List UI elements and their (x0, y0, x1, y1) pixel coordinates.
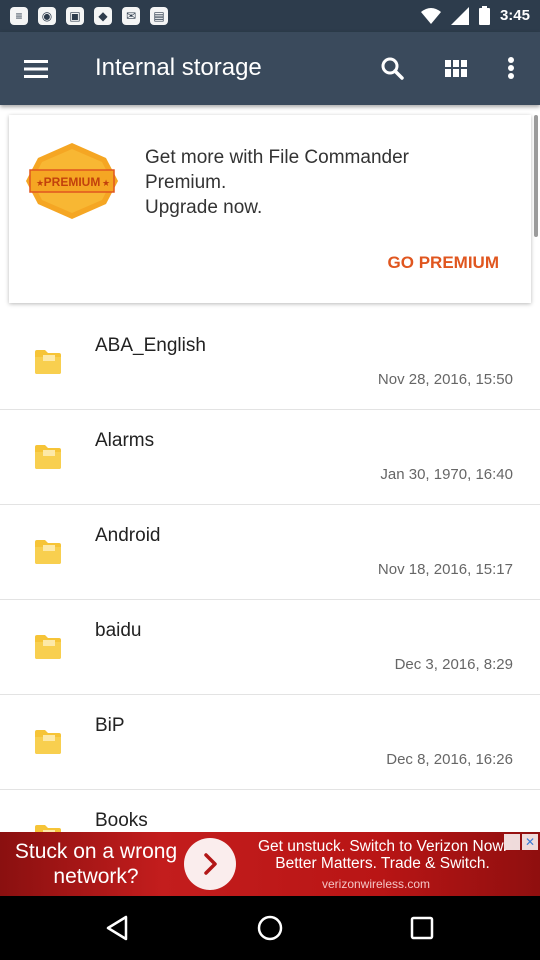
ad-headline: Stuck on a wrong network? (14, 840, 178, 888)
ad-arrow-button[interactable] (184, 838, 236, 890)
list-item[interactable]: Books (0, 790, 540, 832)
go-premium-button[interactable]: GO PREMIUM (388, 253, 499, 273)
page-title: Internal storage (95, 54, 262, 81)
system-navigation-bar (0, 896, 540, 960)
folder-name: Alarms (95, 430, 155, 451)
notification-icon: ▤ (150, 7, 168, 25)
hamburger-menu-icon[interactable] (22, 56, 50, 82)
ad-close-icon[interactable]: ✕ (522, 834, 538, 850)
chevron-right-icon (204, 853, 217, 875)
modified-date: Nov 28, 2016, 15:50 (377, 371, 513, 388)
ad-body: Get unstuck. Switch to Verizon Now. Bett… (258, 838, 507, 872)
scrollbar-thumb[interactable] (534, 115, 538, 237)
premium-badge-label: PREMIUM (44, 175, 101, 189)
modified-date: Jan 30, 1970, 16:40 (380, 466, 513, 483)
grid-view-icon[interactable] (439, 52, 473, 86)
list-item[interactable]: Alarms Jan 30, 1970, 16:40 (0, 410, 540, 505)
list-item[interactable]: ABA_English Nov 28, 2016, 15:50 (0, 315, 540, 410)
folder-icon (35, 730, 61, 754)
list-item[interactable]: Android Nov 18, 2016, 15:17 (0, 505, 540, 600)
ad-info-icon[interactable] (504, 834, 520, 850)
app-bar: Internal storage (0, 32, 540, 105)
premium-promo-card: PREMIUM ★ ★ Get more with File Commander… (9, 115, 531, 303)
folder-name: Books (95, 810, 148, 831)
folder-icon (35, 350, 61, 374)
notification-icon: ◉ (38, 7, 56, 25)
home-icon[interactable] (254, 912, 286, 944)
signal-icon (450, 6, 469, 25)
wifi-icon (420, 7, 441, 24)
recent-apps-icon[interactable] (406, 912, 438, 944)
premium-badge-icon: PREMIUM ★ ★ (26, 143, 118, 219)
folder-name: ABA_English (95, 335, 206, 356)
folder-icon (35, 825, 61, 832)
folder-name: baidu (95, 620, 142, 641)
folder-icon (35, 445, 61, 469)
list-item[interactable]: BiP Dec 8, 2016, 16:26 (0, 695, 540, 790)
notification-icon: ▣ (66, 7, 84, 25)
modified-date: Dec 3, 2016, 8:29 (394, 656, 513, 673)
svg-text:★: ★ (102, 178, 110, 188)
folder-name: BiP (95, 715, 125, 736)
folder-icon (35, 635, 61, 659)
battery-icon (478, 6, 490, 25)
notification-icon: ≡ (10, 7, 28, 25)
list-item[interactable]: baidu Dec 3, 2016, 8:29 (0, 600, 540, 695)
modified-date: Dec 8, 2016, 16:26 (386, 751, 513, 768)
modified-date: Nov 18, 2016, 15:17 (377, 561, 513, 578)
svg-text:★: ★ (36, 178, 44, 188)
notification-icon: ◆ (94, 7, 112, 25)
clock: 3:45 (499, 7, 530, 24)
notification-icons: ≡ ◉ ▣ ◆ ✉ ▤ (10, 7, 168, 25)
ad-url: verizonwireless.com (322, 877, 431, 891)
notification-icon: ✉ (122, 7, 140, 25)
folder-icon (35, 540, 61, 564)
back-icon[interactable] (102, 912, 134, 944)
file-list: ABA_English Nov 28, 2016, 15:50 Alarms J… (0, 315, 540, 832)
search-icon[interactable] (375, 52, 409, 86)
ad-banner[interactable]: Stuck on a wrong network? Get unstuck. S… (0, 832, 540, 896)
promo-message: Get more with File Commander Premium. Up… (145, 147, 409, 218)
folder-name: Android (95, 525, 161, 546)
more-options-icon[interactable] (494, 52, 528, 86)
status-bar: ≡ ◉ ▣ ◆ ✉ ▤ 3:45 (0, 0, 540, 32)
